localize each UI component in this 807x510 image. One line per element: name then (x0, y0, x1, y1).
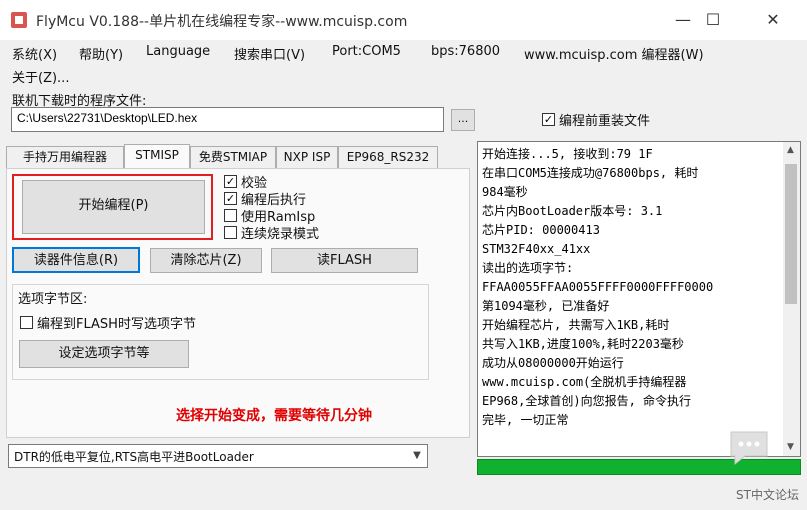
read-info-button[interactable]: 读器件信息(R) (12, 247, 140, 273)
log-line: www.mcuisp.com(全脱机手持编程器 (482, 375, 687, 389)
browse-button[interactable]: ... (451, 109, 475, 131)
log-line: 开始连接...5, 接收到:79 1F (482, 147, 653, 161)
scroll-up-icon[interactable]: ▲ (787, 145, 794, 155)
watermark-text: ST中文论坛 (736, 488, 799, 502)
log-line: STM32F40xx_41xx (482, 242, 591, 256)
log-line: 第1094毫秒, 已准备好 (482, 299, 610, 313)
reload-checkbox[interactable]: ✓ (542, 113, 555, 126)
log-line: 开始编程芯片, 共需写入1KB,耗时 (482, 318, 670, 332)
log-line: 在串口COM5连接成功@76800bps, 耗时 (482, 166, 699, 180)
verify-checkbox[interactable]: ✓ (224, 175, 237, 188)
log-line: EP968,全球首创)向您报告, 命令执行 (482, 394, 692, 408)
reset-mode-value: DTR的低电平复位,RTS高电平进BootLoader (14, 450, 254, 464)
reload-label: 编程前重装文件 (559, 114, 651, 129)
menu-programmer[interactable]: www.mcuisp.com 编程器(W) (524, 44, 704, 63)
hint-annotation: 选择开始变成，需要等待几分钟 (176, 408, 372, 424)
reset-mode-select[interactable]: DTR的低电平复位,RTS高电平进BootLoader ▼ (8, 444, 428, 468)
menu-port[interactable]: Port:COM5 (332, 44, 401, 59)
chevron-down-icon[interactable]: ▼ (407, 445, 427, 467)
log-line: 共写入1KB,进度100%,耗时2203毫秒 (482, 337, 684, 351)
erase-chip-button[interactable]: 清除芯片(Z) (150, 248, 262, 273)
set-option-bytes-button[interactable]: 设定选项字节等 (19, 340, 189, 368)
menu-language[interactable]: Language (146, 44, 210, 59)
menu-help[interactable]: 帮助(Y) (79, 44, 123, 63)
chat-bubble-icon (730, 431, 768, 466)
log-line: 成功从08000000开始运行 (482, 356, 624, 370)
ramisp-checkbox[interactable] (224, 209, 237, 222)
scroll-thumb[interactable] (785, 164, 797, 304)
log-line: FFAA0055FFAA0055FFFF0000FFFF0000 (482, 280, 714, 294)
tab-stmisp[interactable]: STMISP (124, 144, 190, 168)
status-bar (0, 478, 807, 510)
tab-ep968[interactable]: EP968_RS232 (338, 146, 438, 168)
window-title: FlyMcu V0.188--单片机在线编程专家--www.mcuisp.com (36, 14, 408, 30)
menu-system[interactable]: 系统(X) (12, 44, 57, 63)
tab-nxp-isp[interactable]: NXP ISP (276, 146, 338, 168)
file-path-input[interactable]: C:\Users\22731\Desktop\LED.hex (11, 107, 444, 132)
log-line: 芯片PID: 00000413 (482, 223, 600, 237)
read-flash-button[interactable]: 读FLASH (271, 248, 418, 273)
menu-search-port[interactable]: 搜索串口(V) (234, 44, 305, 63)
write-option-bytes-label: 编程到FLASH时写选项字节 (37, 317, 196, 332)
menu-bps[interactable]: bps:76800 (431, 44, 500, 59)
menu-bar: 系统(X) 帮助(Y) Language 搜索串口(V) Port:COM5 b… (0, 40, 807, 86)
run-after-checkbox[interactable]: ✓ (224, 192, 237, 205)
tab-handheld[interactable]: 手持万用编程器 (6, 146, 124, 168)
start-program-button[interactable]: 开始编程(P) (22, 180, 205, 234)
log-line: 芯片内BootLoader版本号: 3.1 (482, 204, 663, 218)
option-bytes-title: 选项字节区: (18, 288, 90, 307)
close-button[interactable]: ✕ (750, 6, 796, 34)
tab-stmiap[interactable]: 免费STMIAP (190, 146, 276, 168)
log-output[interactable]: 开始连接...5, 接收到:79 1F 在串口COM5连接成功@76800bps… (477, 141, 801, 457)
continuous-checkbox[interactable] (224, 226, 237, 239)
continuous-label: 连续烧录模式 (241, 227, 320, 242)
log-scrollbar[interactable]: ▲ ▼ (783, 142, 800, 456)
log-line: 读出的选项字节: (482, 261, 574, 275)
app-icon (11, 12, 27, 28)
write-option-bytes-checkbox[interactable] (20, 316, 33, 329)
log-line: 984毫秒 (482, 185, 528, 199)
title-bar: FlyMcu V0.188--单片机在线编程专家--www.mcuisp.com… (0, 0, 807, 40)
maximize-button[interactable]: ☐ (690, 6, 736, 34)
menu-about[interactable]: 关于(Z)... (12, 67, 69, 86)
scroll-down-icon[interactable]: ▼ (787, 442, 794, 452)
